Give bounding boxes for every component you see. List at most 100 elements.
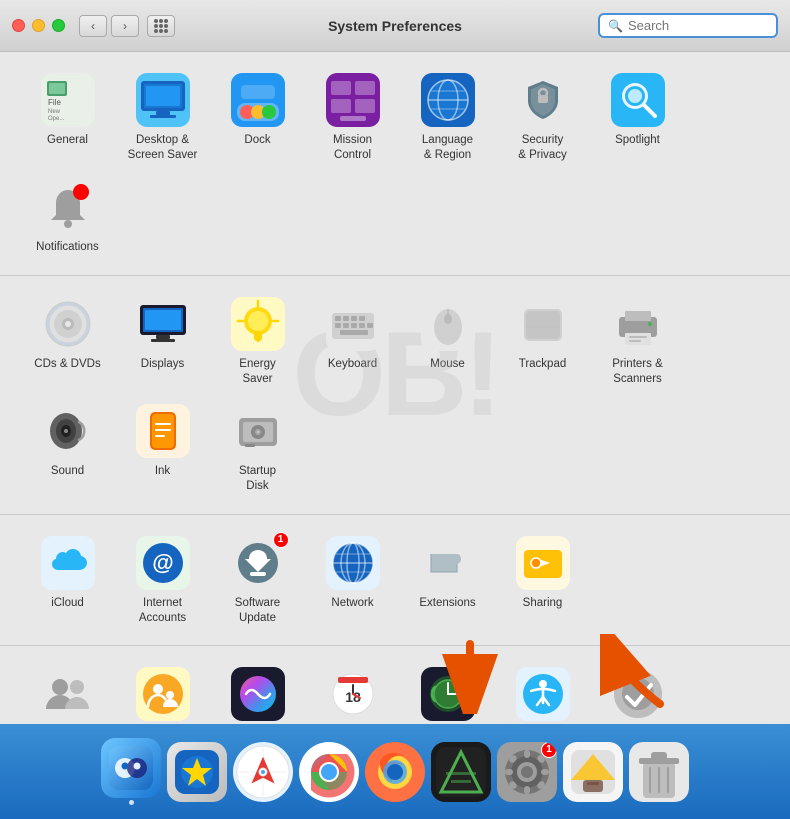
- forward-button[interactable]: ›: [111, 15, 139, 37]
- pref-software[interactable]: 1 SoftwareUpdate: [210, 527, 305, 634]
- general-label: General: [47, 133, 88, 148]
- startup-label: StartupDisk: [239, 464, 276, 494]
- ink-icon: [135, 403, 191, 459]
- dock: 1: [0, 724, 790, 819]
- trash-icon: [629, 742, 689, 802]
- minimize-button[interactable]: [32, 19, 45, 32]
- pref-internet[interactable]: @ InternetAccounts: [115, 527, 210, 634]
- sharing-icon: [515, 535, 571, 591]
- dock-item-sysprefs[interactable]: 1: [497, 742, 557, 802]
- nav-buttons: ‹ ›: [79, 15, 139, 37]
- pref-mouse[interactable]: Mouse: [400, 288, 495, 395]
- cds-icon: [40, 296, 96, 352]
- network-icon: [325, 535, 381, 591]
- security-icon: [515, 72, 571, 128]
- launchpad-icon: [167, 742, 227, 802]
- spotlight-icon: [610, 72, 666, 128]
- icloud-label: iCloud: [51, 596, 84, 611]
- search-box[interactable]: 🔍: [598, 13, 778, 38]
- pref-extensions[interactable]: Extensions: [400, 527, 495, 634]
- pref-general[interactable]: File New Ope... General: [20, 64, 115, 171]
- dock-item-finder[interactable]: [101, 738, 161, 805]
- displays-icon: [135, 296, 191, 352]
- pref-energy[interactable]: EnergySaver: [210, 288, 305, 395]
- dock-item-launchpad[interactable]: [167, 742, 227, 802]
- pref-sound[interactable]: Sound: [20, 395, 115, 502]
- ink-label: Ink: [155, 464, 170, 479]
- dock-item-chrome[interactable]: [299, 742, 359, 802]
- pref-ink[interactable]: Ink: [115, 395, 210, 502]
- accessibility-icon: [515, 666, 571, 722]
- search-input[interactable]: [628, 18, 768, 33]
- pref-printers[interactable]: Printers &Scanners: [590, 288, 685, 395]
- pref-startup[interactable]: StartupDisk: [210, 395, 305, 502]
- extensions-icon: [420, 535, 476, 591]
- dock-icon-pref: [230, 72, 286, 128]
- dock-item-trash[interactable]: [629, 742, 689, 802]
- hardware-icons-row: CDs & DVDs Displays: [20, 288, 770, 502]
- pref-spotlight[interactable]: Spotlight: [590, 64, 685, 171]
- desktop-icon: [135, 72, 191, 128]
- titlebar: ‹ › System Preferences 🔍: [0, 0, 790, 52]
- keyboard-label: Keyboard: [328, 357, 377, 372]
- printers-icon: [610, 296, 666, 352]
- displays-label: Displays: [141, 357, 184, 372]
- pref-displays[interactable]: Displays: [115, 288, 210, 395]
- trackpad-label: Trackpad: [519, 357, 567, 372]
- sharing-label: Sharing: [523, 596, 563, 611]
- security-label: Security& Privacy: [518, 133, 567, 163]
- pref-cds[interactable]: CDs & DVDs: [20, 288, 115, 395]
- icloud-icon: [40, 535, 96, 591]
- pref-desktop[interactable]: Desktop &Screen Saver: [115, 64, 210, 171]
- grid-dots-icon: [154, 19, 168, 33]
- pref-security[interactable]: Security& Privacy: [495, 64, 590, 171]
- pref-parental[interactable]: ParentalControls: [115, 658, 210, 724]
- sound-icon: [40, 403, 96, 459]
- pref-datetime[interactable]: 18 Date & Time: [305, 658, 400, 724]
- section-internet: iCloud @ InternetAccounts: [0, 515, 790, 647]
- parental-icon: [135, 666, 191, 722]
- internet-icons-row: iCloud @ InternetAccounts: [20, 527, 770, 634]
- window-title: System Preferences: [328, 18, 462, 34]
- pref-users[interactable]: Users &Groups: [20, 658, 115, 724]
- dock-item-installer[interactable]: [563, 742, 623, 802]
- software-update-badge: 1: [273, 532, 289, 548]
- pref-notifications[interactable]: Notifications: [20, 171, 115, 263]
- datetime-icon: 18: [325, 666, 381, 722]
- language-label: Language& Region: [422, 133, 473, 163]
- software-update-icon: 1: [230, 535, 286, 591]
- pref-icloud[interactable]: iCloud: [20, 527, 115, 634]
- mission-icon: [325, 72, 381, 128]
- mission-label: MissionControl: [333, 133, 372, 163]
- pref-network[interactable]: Network: [305, 527, 400, 634]
- pref-language[interactable]: Language& Region: [400, 64, 495, 171]
- grid-view-button[interactable]: [147, 15, 175, 37]
- finder-dot: [129, 800, 134, 805]
- printers-label: Printers &Scanners: [612, 357, 663, 387]
- pref-siri[interactable]: Siri: [210, 658, 305, 724]
- maximize-button[interactable]: [52, 19, 65, 32]
- pref-dock[interactable]: Dock: [210, 64, 305, 171]
- pref-trackpad[interactable]: Trackpad: [495, 288, 590, 395]
- traffic-lights: [12, 19, 65, 32]
- language-icon: [420, 72, 476, 128]
- pref-keyboard[interactable]: Keyboard: [305, 288, 400, 395]
- dock-item-safari[interactable]: [233, 742, 293, 802]
- back-button[interactable]: ‹: [79, 15, 107, 37]
- internet-label: InternetAccounts: [139, 596, 186, 626]
- extensions-label: Extensions: [419, 596, 475, 611]
- arrow-up-right-indicator: [600, 634, 680, 714]
- general-icon: File New Ope...: [40, 72, 96, 128]
- dock-item-firefox[interactable]: [365, 742, 425, 802]
- main-content: OB! File New Ope... General: [0, 52, 790, 724]
- notifications-icon: [40, 179, 96, 235]
- pref-mission[interactable]: MissionControl: [305, 64, 400, 171]
- firefox-icon: [365, 742, 425, 802]
- sysprefs-dock-icon: 1: [497, 742, 557, 802]
- close-button[interactable]: [12, 19, 25, 32]
- sysprefs-badge: 1: [541, 742, 557, 758]
- dock-item-pixelmator[interactable]: [431, 742, 491, 802]
- pref-sharing[interactable]: Sharing: [495, 527, 590, 634]
- users-icon: [40, 666, 96, 722]
- startup-icon: [230, 403, 286, 459]
